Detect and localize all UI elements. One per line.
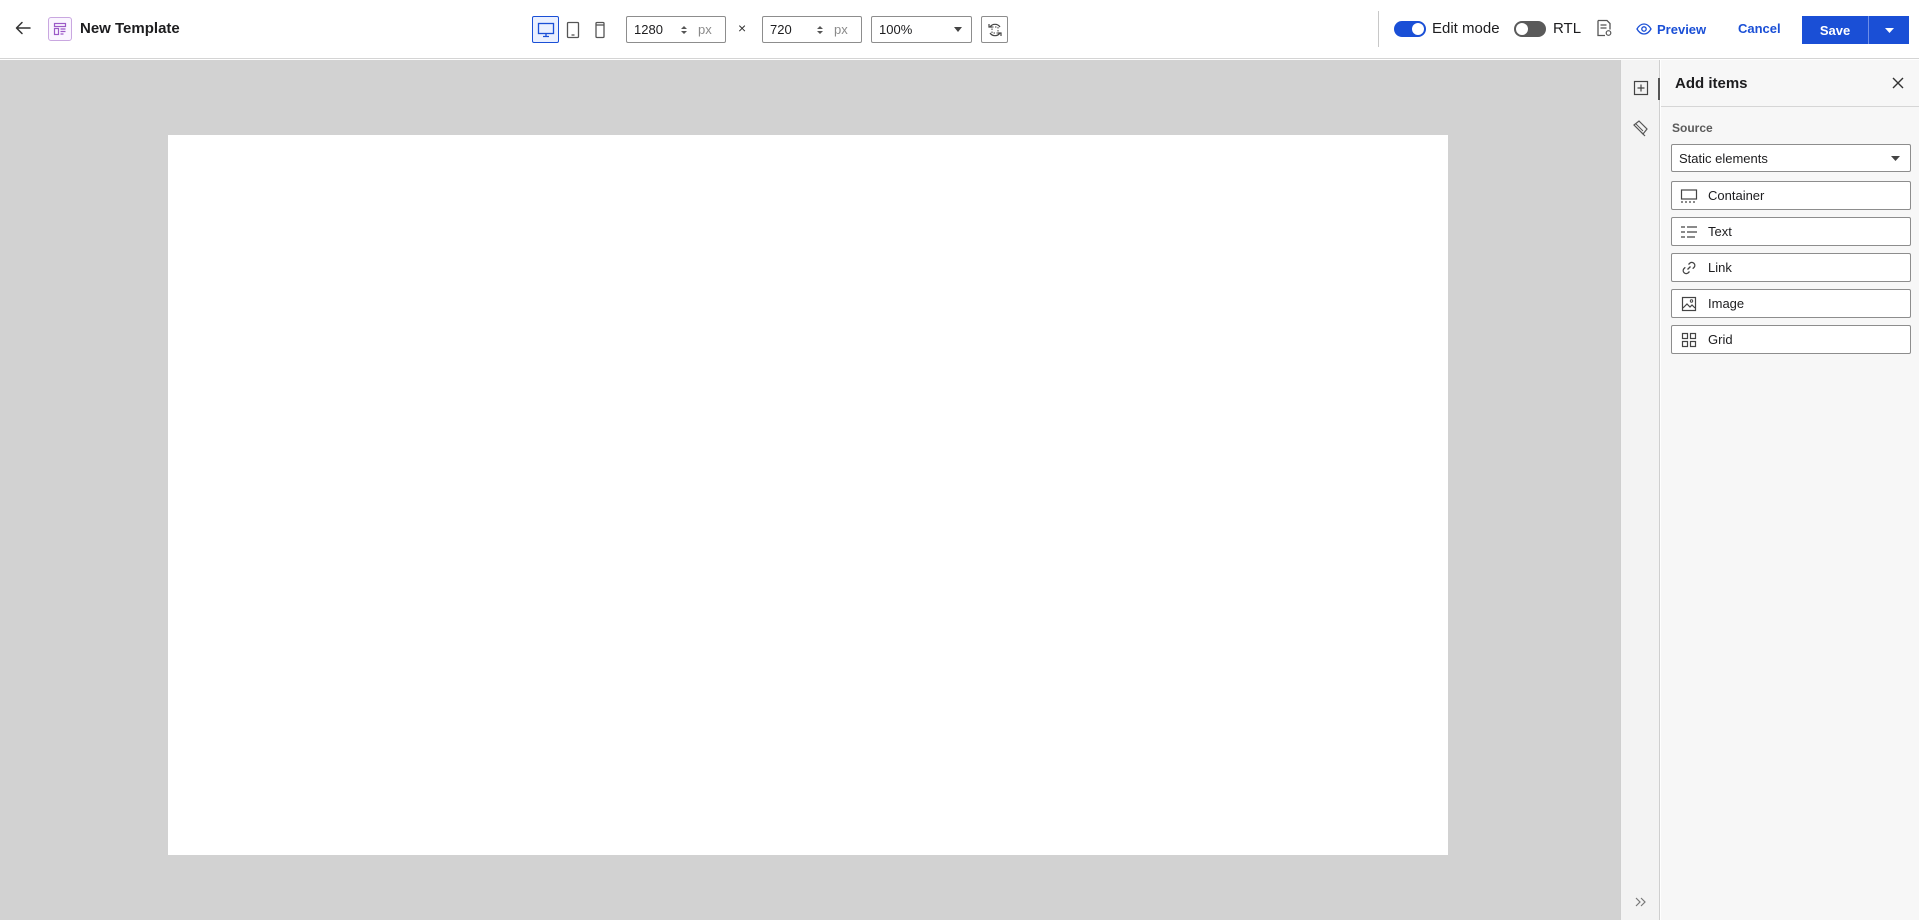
preview-button[interactable]: Preview xyxy=(1636,19,1706,39)
cancel-button[interactable]: Cancel xyxy=(1738,21,1781,36)
stepper-icon xyxy=(817,25,823,34)
save-options-button[interactable] xyxy=(1869,16,1909,44)
add-box-icon xyxy=(1633,80,1649,96)
arrow-left-icon xyxy=(15,21,31,35)
reset-size-button[interactable] xyxy=(981,16,1008,43)
height-unit: px xyxy=(834,22,848,37)
eye-icon xyxy=(1636,23,1652,35)
document-settings-icon xyxy=(1597,19,1612,37)
rtl-label: RTL xyxy=(1553,20,1582,37)
add-items-panel: Add items Source Static elements Contain… xyxy=(1661,60,1919,920)
add-image-item[interactable]: Image xyxy=(1671,289,1911,318)
image-icon xyxy=(1680,295,1698,313)
list-item-label: Grid xyxy=(1708,332,1733,347)
save-split-button: Save xyxy=(1802,16,1909,44)
desktop-view-button[interactable] xyxy=(532,16,559,43)
device-selector xyxy=(532,16,613,43)
source-select[interactable]: Static elements xyxy=(1671,144,1911,172)
add-grid-item[interactable]: Grid xyxy=(1671,325,1911,354)
back-button[interactable] xyxy=(12,17,34,39)
styles-tab[interactable] xyxy=(1631,118,1651,138)
tablet-view-button[interactable] xyxy=(559,16,586,43)
active-tab-indicator xyxy=(1658,78,1660,100)
preview-label: Preview xyxy=(1657,21,1707,37)
items-list: Container Text Link Image Grid xyxy=(1671,181,1911,361)
add-link-item[interactable]: Link xyxy=(1671,253,1911,282)
link-icon xyxy=(1680,259,1698,277)
expand-panel-button[interactable] xyxy=(1631,892,1651,912)
list-item-label: Container xyxy=(1708,188,1765,203)
tablet-icon xyxy=(566,21,579,38)
save-button[interactable]: Save xyxy=(1802,16,1868,44)
list-item-label: Text xyxy=(1708,224,1732,239)
list-item-label: Link xyxy=(1708,260,1732,275)
caret-down-icon xyxy=(1884,27,1894,33)
list-item-label: Image xyxy=(1708,296,1745,311)
edit-mode-label: Edit mode xyxy=(1432,20,1500,37)
source-label: Source xyxy=(1672,121,1713,135)
side-rail xyxy=(1620,60,1660,920)
document-settings-button[interactable] xyxy=(1594,17,1614,39)
template-canvas[interactable] xyxy=(168,135,1448,855)
height-value: 720 xyxy=(770,22,792,37)
grid-icon xyxy=(1680,331,1698,349)
dimension-separator: × xyxy=(738,20,747,36)
toolbar-divider xyxy=(1378,11,1379,47)
height-stepper[interactable] xyxy=(815,24,825,36)
brush-icon xyxy=(1633,120,1648,137)
canvas-workspace xyxy=(0,60,1620,920)
caret-down-icon xyxy=(954,27,962,32)
zoom-select[interactable]: 100% xyxy=(871,16,972,43)
add-text-item[interactable]: Text xyxy=(1671,217,1911,246)
width-input[interactable]: 1280 px xyxy=(626,16,726,43)
edit-mode-toggle[interactable] xyxy=(1394,21,1426,37)
zoom-value: 100% xyxy=(879,22,913,37)
height-input[interactable]: 720 px xyxy=(762,16,862,43)
top-toolbar: New Template 1280 px × 720 px 100% Edit … xyxy=(0,0,1919,59)
caret-down-icon xyxy=(1891,155,1900,161)
width-stepper[interactable] xyxy=(679,24,689,36)
reset-frame-icon xyxy=(987,23,1002,36)
desktop-icon xyxy=(537,22,554,37)
close-panel-button[interactable] xyxy=(1889,74,1907,92)
template-icon xyxy=(48,17,72,41)
width-value: 1280 xyxy=(634,22,663,37)
toggle-knob xyxy=(1516,23,1528,35)
add-items-tab[interactable] xyxy=(1631,78,1651,98)
panel-header: Add items xyxy=(1661,60,1919,107)
width-unit: px xyxy=(698,22,712,37)
double-chevron-right-icon xyxy=(1635,897,1646,907)
add-container-item[interactable]: Container xyxy=(1671,181,1911,210)
stepper-icon xyxy=(681,25,687,34)
panel-title: Add items xyxy=(1675,75,1748,92)
source-value: Static elements xyxy=(1679,150,1768,166)
close-icon xyxy=(1892,77,1904,89)
mobile-view-button[interactable] xyxy=(586,16,613,43)
mobile-icon xyxy=(594,21,605,38)
text-icon xyxy=(1680,223,1698,241)
page-title: New Template xyxy=(80,20,180,37)
container-icon xyxy=(1680,187,1698,205)
rtl-toggle[interactable] xyxy=(1514,21,1546,37)
toggle-knob xyxy=(1412,23,1424,35)
